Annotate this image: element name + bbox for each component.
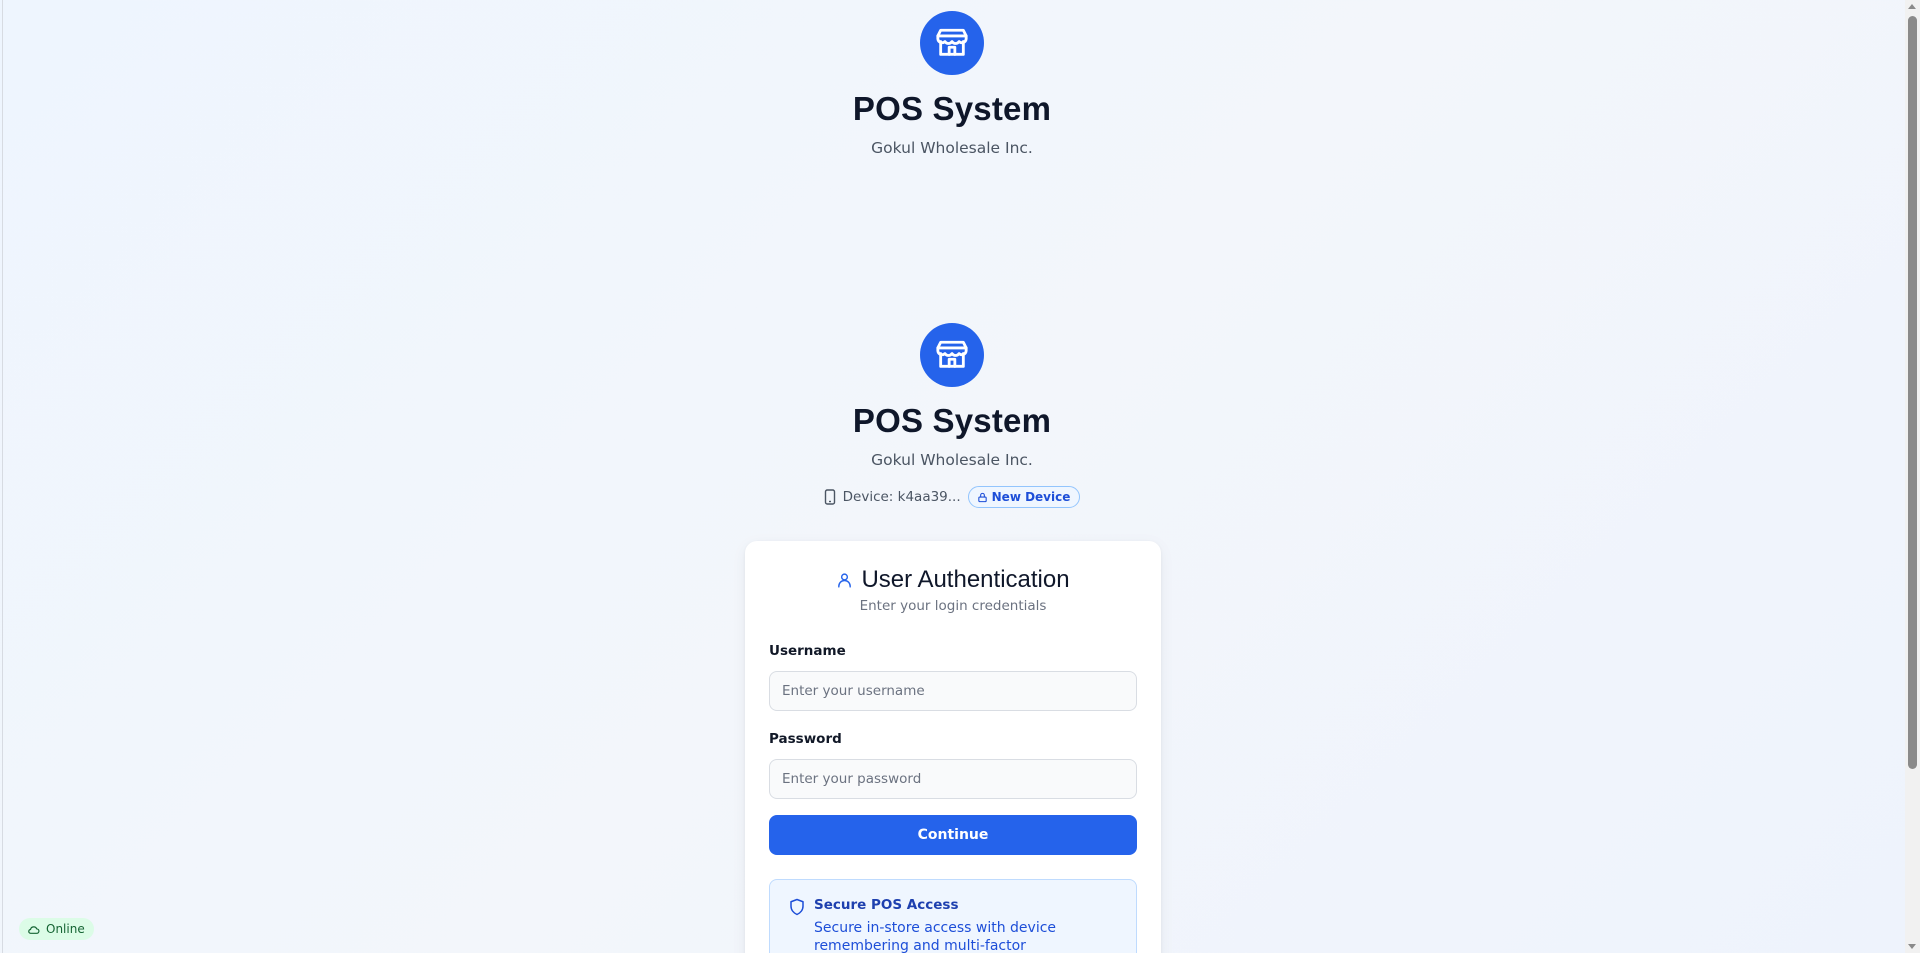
device-info: Device: k4aa39... New Device <box>824 486 1081 508</box>
online-status-label: Online <box>46 922 85 936</box>
auth-card-header: User Authentication Enter your login cre… <box>745 565 1161 614</box>
continue-button[interactable]: Continue <box>769 815 1137 855</box>
username-input[interactable] <box>769 671 1137 711</box>
store-icon <box>936 340 968 368</box>
store-logo <box>920 323 984 387</box>
auth-title: User Authentication <box>861 566 1070 593</box>
brand-company: Gokul Wholesale Inc. <box>871 451 1033 469</box>
username-label: Username <box>769 643 846 659</box>
store-logo <box>920 11 984 75</box>
header-brand-top: POS System Gokul Wholesale Inc. <box>0 11 1904 158</box>
brand-company: Gokul Wholesale Inc. <box>871 139 1033 157</box>
auth-subtitle: Enter your login credentials <box>859 598 1047 614</box>
secure-access-text: Secure in-store access with device remem… <box>814 920 1057 953</box>
auth-title-row: User Authentication <box>836 565 1070 595</box>
scroll-up-arrow-icon[interactable] <box>1908 4 1916 9</box>
brand-title: POS System <box>852 402 1052 439</box>
shield-icon <box>790 898 804 916</box>
secure-access-body: Secure POS Access Secure in-store access… <box>814 896 1120 953</box>
new-device-label: New Device <box>991 490 1071 504</box>
secure-access-info: Secure POS Access Secure in-store access… <box>769 879 1137 953</box>
secure-access-title: Secure POS Access <box>814 897 959 913</box>
scrollbar-thumb[interactable] <box>1908 16 1917 769</box>
scroll-down-arrow-icon[interactable] <box>1908 944 1916 949</box>
lock-icon <box>977 492 987 502</box>
page-scrollbar[interactable] <box>1905 0 1920 953</box>
cloud-icon <box>28 925 40 934</box>
online-status-badge: Online <box>19 918 94 940</box>
smartphone-icon <box>824 489 836 505</box>
auth-card: User Authentication Enter your login cre… <box>745 541 1161 953</box>
brand-title: POS System <box>852 90 1052 127</box>
new-device-badge: New Device <box>967 486 1081 508</box>
user-icon <box>838 572 852 588</box>
device-label: Device: k4aa39... <box>842 489 961 505</box>
store-icon <box>936 28 968 56</box>
password-input[interactable] <box>769 759 1137 799</box>
password-label: Password <box>769 731 842 747</box>
header-brand-main: POS System Gokul Wholesale Inc. Device: … <box>0 323 1904 508</box>
